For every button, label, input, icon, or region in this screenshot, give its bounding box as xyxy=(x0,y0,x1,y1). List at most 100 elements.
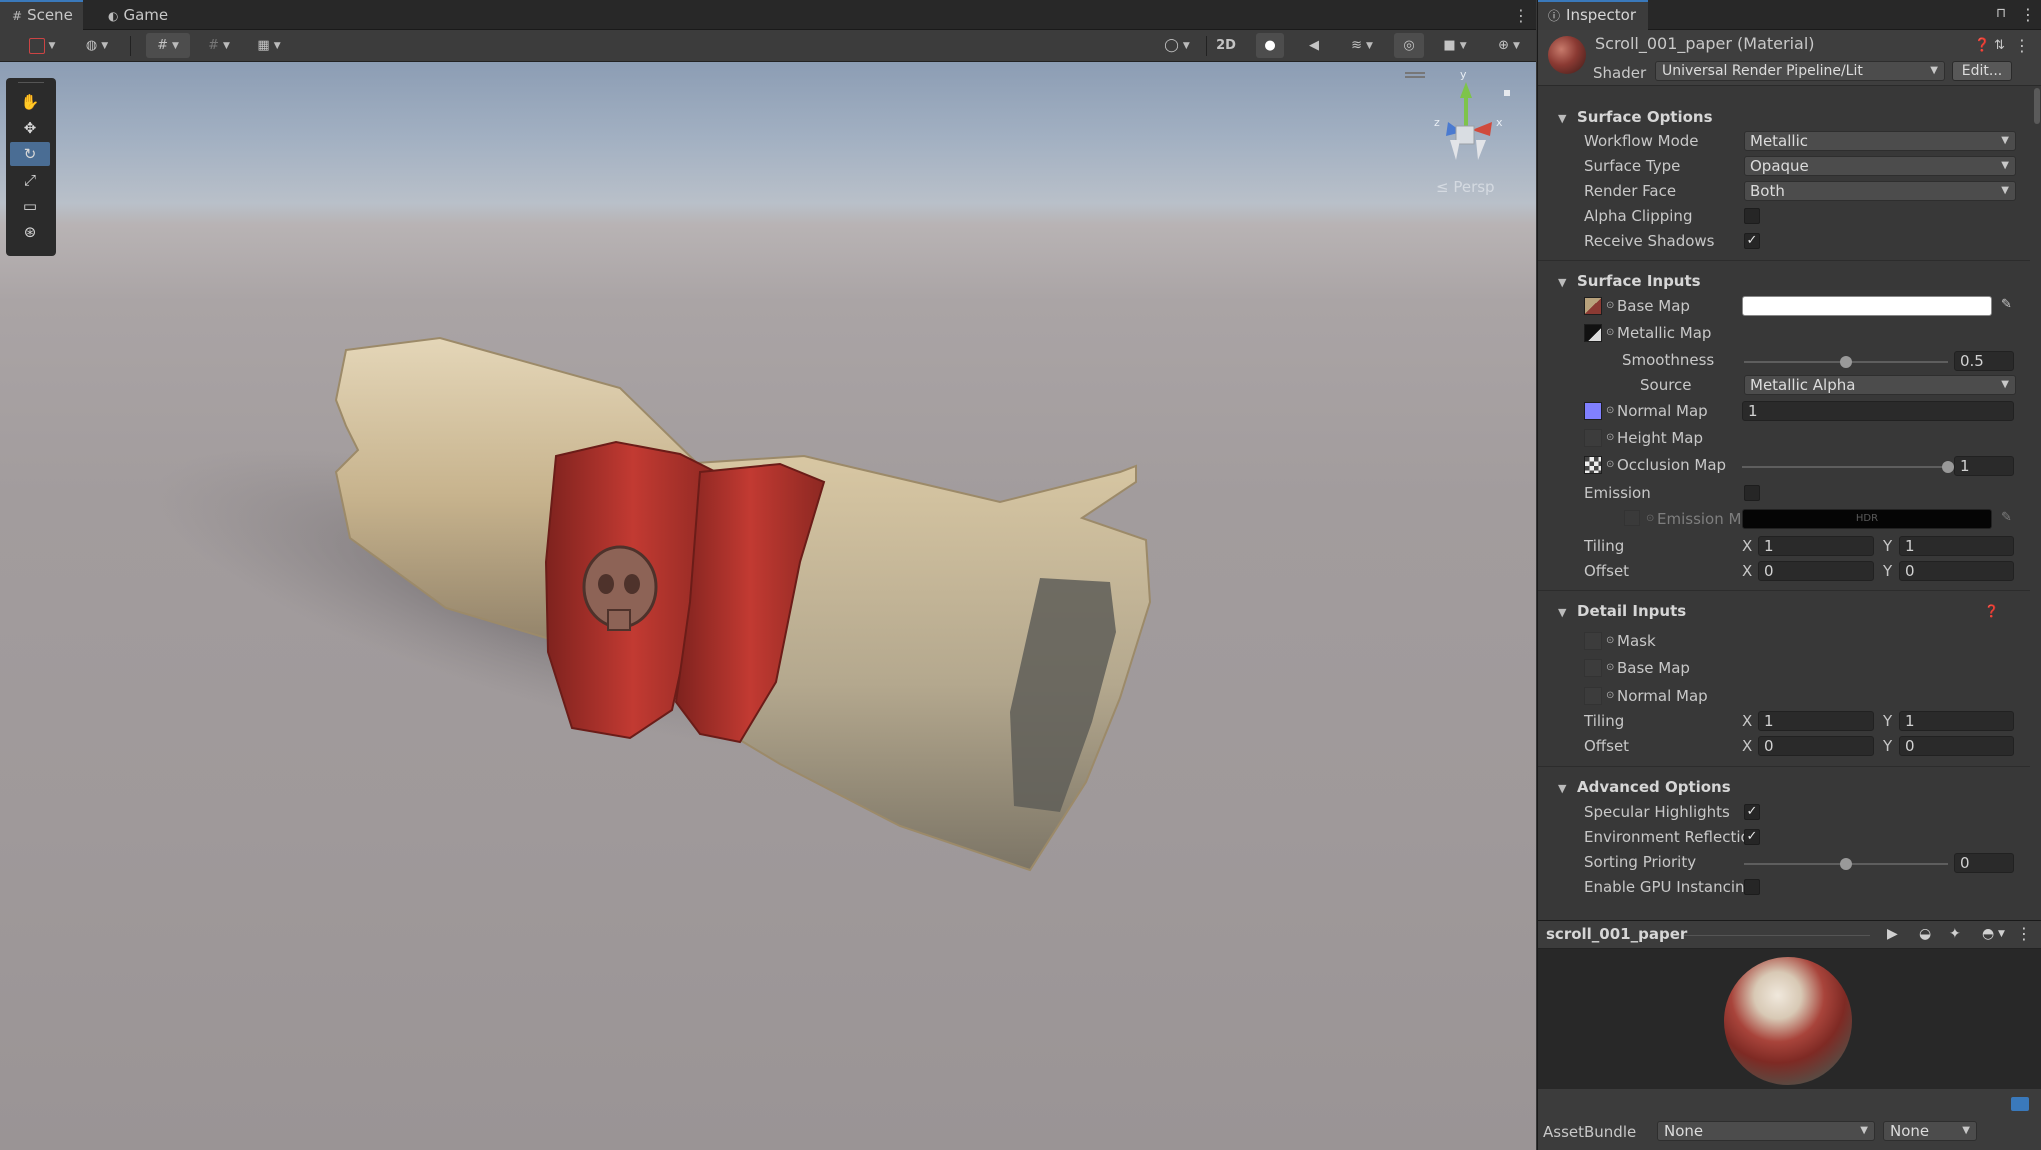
toggle-2d-button[interactable]: 2D xyxy=(1210,33,1242,58)
height-map-texture-thumb[interactable] xyxy=(1584,429,1602,447)
increment-snap-button[interactable]: # ▼ xyxy=(198,33,240,58)
play-icon[interactable]: ▶ xyxy=(1887,926,1898,942)
lighting-toggle-button[interactable]: ● xyxy=(1256,33,1284,58)
occlusion-slider-knob[interactable] xyxy=(1942,461,1954,473)
transform-tool-icon[interactable]: ⊛ xyxy=(10,220,50,244)
metallic-map-texture-thumb[interactable] xyxy=(1584,324,1602,342)
smoothness-value-field[interactable]: 0.5 xyxy=(1954,351,2014,371)
tiling-x-field[interactable]: 1 xyxy=(1758,536,1874,556)
scene-more-icon[interactable]: ⋮ xyxy=(1513,6,1529,25)
base-map-texture-thumb[interactable] xyxy=(1584,297,1602,315)
material-preview-icon xyxy=(1548,36,1586,74)
receive-shadows-checkbox[interactable]: ✓ xyxy=(1744,233,1760,249)
detail-normal-map-thumb[interactable] xyxy=(1584,687,1602,705)
scene-viewport[interactable]: ✋ ✥ ↻ ⤢ ▭ ⊛ y x z ≤ Persp xyxy=(0,62,1536,1150)
sorting-priority-slider-knob[interactable] xyxy=(1840,858,1852,870)
surface-type-dropdown[interactable]: Opaque ▼ xyxy=(1744,156,2016,176)
shader-dropdown[interactable]: Universal Render Pipeline/Lit ▼ xyxy=(1655,61,1945,81)
tiling-y-field[interactable]: 1 xyxy=(1899,536,2014,556)
preview-divider[interactable] xyxy=(1684,935,1870,936)
gizmos-button[interactable]: ⊕ ▼ xyxy=(1486,33,1532,58)
gpu-instancing-checkbox[interactable] xyxy=(1744,879,1760,895)
material-preview-sphere[interactable] xyxy=(1724,957,1852,1085)
sorting-priority-field[interactable]: 0 xyxy=(1954,853,2014,873)
workflow-mode-dropdown[interactable]: Metallic ▼ xyxy=(1744,131,2016,151)
tab-game[interactable]: ◐ Game xyxy=(96,0,178,30)
emission-checkbox[interactable] xyxy=(1744,485,1760,501)
eyedropper-icon[interactable]: ✎ xyxy=(2001,297,2012,312)
scale-tool-icon[interactable]: ⤢ xyxy=(10,168,50,192)
surface-options-header[interactable]: ▼ Surface Options xyxy=(1558,108,1713,126)
preview-light-icon[interactable]: ✦ xyxy=(1949,926,1961,942)
object-picker-icon[interactable]: ⊙ xyxy=(1606,432,1614,443)
persp-label[interactable]: ≤ Persp xyxy=(1436,178,1495,196)
alpha-clipping-checkbox[interactable] xyxy=(1744,208,1760,224)
shading-mode-button[interactable]: ◯ ▼ xyxy=(1156,33,1198,58)
rotate-tool-icon[interactable]: ↻ xyxy=(10,142,50,166)
offset-x-field[interactable]: 0 xyxy=(1758,561,1874,581)
hidden-objects-button[interactable]: ◎ xyxy=(1394,33,1424,58)
object-picker-icon[interactable]: ⊙ xyxy=(1606,327,1614,338)
chevron-down-icon: ▼ xyxy=(1930,65,1938,76)
specular-highlights-checkbox[interactable]: ✓ xyxy=(1744,804,1760,820)
inspector-more-icon[interactable]: ⋮ xyxy=(2020,5,2036,24)
mask-texture-thumb[interactable] xyxy=(1584,632,1602,650)
grid-snap-button[interactable]: # ▼ xyxy=(146,33,190,58)
detail-offset-x-field[interactable]: 0 xyxy=(1758,736,1874,756)
preview-sphere-icon[interactable]: ◓ xyxy=(1982,926,1994,942)
detail-tiling-y-field[interactable]: 1 xyxy=(1899,711,2014,731)
inspector-scrollbar[interactable] xyxy=(2032,86,2041,920)
occlusion-slider-track[interactable] xyxy=(1742,466,1948,468)
grid-visibility-button[interactable]: ▦ ▼ xyxy=(248,33,290,58)
detail-inputs-header[interactable]: ▼ Detail Inputs xyxy=(1558,602,1686,620)
object-picker-icon[interactable]: ⊙ xyxy=(1606,300,1614,311)
surface-options-title: Surface Options xyxy=(1577,108,1713,126)
occlusion-value-field[interactable]: 1 xyxy=(1954,456,2014,476)
chevron-down-icon: ▼ xyxy=(2001,135,2009,146)
chevron-down-icon[interactable]: ▼ xyxy=(1998,929,2005,939)
occlusion-map-texture-thumb[interactable] xyxy=(1584,456,1602,474)
shader-edit-button[interactable]: Edit... xyxy=(1952,61,2012,81)
assetbundle-name-dropdown[interactable]: None ▼ xyxy=(1657,1121,1875,1141)
object-picker-icon[interactable]: ⊙ xyxy=(1606,459,1614,470)
detail-tiling-x-field[interactable]: 1 xyxy=(1758,711,1874,731)
object-picker-icon[interactable]: ⊙ xyxy=(1606,635,1614,646)
effects-button[interactable]: ≋ ▼ xyxy=(1340,33,1384,58)
advanced-options-header[interactable]: ▼ Advanced Options xyxy=(1558,778,1731,796)
source-dropdown[interactable]: Metallic Alpha ▼ xyxy=(1744,375,2016,395)
normal-scale-field[interactable]: 1 xyxy=(1742,401,2014,421)
offset-y-label: Y xyxy=(1883,562,1893,580)
tab-scene[interactable]: # Scene xyxy=(0,0,83,30)
surface-inputs-header[interactable]: ▼ Surface Inputs xyxy=(1558,272,1701,290)
object-picker-icon[interactable]: ⊙ xyxy=(1606,405,1614,416)
move-tool-icon[interactable]: ✥ xyxy=(10,116,50,140)
audio-toggle-button[interactable]: ◀ xyxy=(1300,33,1328,58)
assetbundle-variant-dropdown[interactable]: None ▼ xyxy=(1883,1121,1977,1141)
tab-inspector[interactable]: ⓘ Inspector xyxy=(1538,0,1648,30)
lock-icon[interactable]: ⊓ xyxy=(1996,6,2006,21)
global-toggle-button[interactable]: ◍ ▼ xyxy=(76,33,118,58)
material-more-icon[interactable]: ⋮ xyxy=(2014,36,2030,55)
tag-icon[interactable] xyxy=(2011,1097,2029,1111)
detail-base-map-thumb[interactable] xyxy=(1584,659,1602,677)
preview-more-icon[interactable]: ⋮ xyxy=(2016,924,2032,943)
draw-mode-button[interactable]: ▼ xyxy=(20,33,64,58)
render-face-dropdown[interactable]: Both ▼ xyxy=(1744,181,2016,201)
scrollbar-thumb[interactable] xyxy=(2034,88,2040,124)
normal-map-texture-thumb[interactable] xyxy=(1584,402,1602,420)
help-icon[interactable]: ❓ xyxy=(1984,604,1999,618)
camera-settings-button[interactable]: ■ ▼ xyxy=(1432,33,1478,58)
object-picker-icon[interactable]: ⊙ xyxy=(1606,662,1614,673)
base-map-color-field[interactable] xyxy=(1742,296,1992,316)
object-picker-icon[interactable]: ⊙ xyxy=(1606,690,1614,701)
help-icon[interactable]: ❓ xyxy=(1974,38,1990,53)
preview-shape-icon[interactable]: ◒ xyxy=(1919,926,1931,942)
smoothness-slider-knob[interactable] xyxy=(1840,356,1852,368)
detail-offset-y-field[interactable]: 0 xyxy=(1899,736,2014,756)
hand-tool-icon[interactable]: ✋ xyxy=(10,90,50,114)
palette-grip[interactable] xyxy=(18,82,44,88)
environment-reflections-checkbox[interactable]: ✓ xyxy=(1744,829,1760,845)
rect-tool-icon[interactable]: ▭ xyxy=(10,194,50,218)
preset-icon[interactable]: ⇅ xyxy=(1994,38,2005,53)
offset-y-field[interactable]: 0 xyxy=(1899,561,2014,581)
